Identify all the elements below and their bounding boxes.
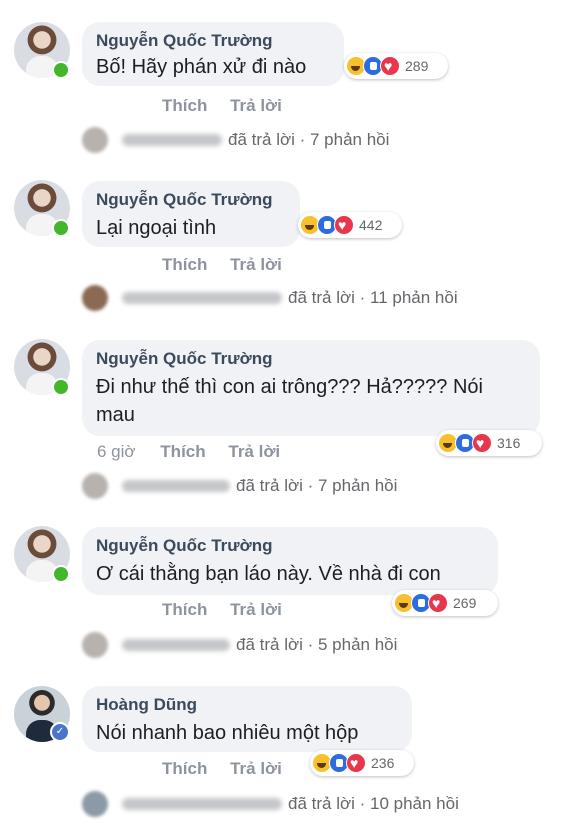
reply-avatar	[82, 473, 108, 499]
blurred-replier-name	[122, 798, 282, 810]
reply-button[interactable]: Trả lời	[230, 255, 282, 274]
reply-button[interactable]: Trả lời	[230, 96, 282, 115]
verified-icon: ✓	[50, 722, 70, 742]
love-icon	[334, 215, 354, 235]
comment-text: Đi như thế thì con ai trông??? Hả????? N…	[96, 376, 483, 426]
reply-avatar	[82, 285, 108, 311]
blurred-replier-name	[122, 639, 230, 651]
love-icon	[472, 433, 492, 453]
reaction-count: 442	[359, 217, 383, 233]
replies-text[interactable]: đã trả lời · 7 phản hồi	[236, 476, 397, 496]
reactions-summary[interactable]: 269	[392, 590, 498, 616]
blurred-replier-name	[122, 134, 222, 146]
like-button[interactable]: Thích	[162, 759, 207, 778]
comment-actions: Thích Trả lời	[162, 96, 300, 116]
replies-text[interactable]: đã trả lời · 10 phản hồi	[288, 794, 459, 814]
comment-actions: Thích Trả lời	[162, 759, 300, 779]
like-button[interactable]: Thích	[162, 255, 207, 274]
reactions-summary[interactable]: 442	[298, 212, 402, 238]
like-button[interactable]: Thích	[160, 442, 205, 461]
reactions-summary[interactable]: 289	[344, 53, 448, 79]
comment-text: Lại ngoại tình	[96, 217, 217, 239]
reply-avatar	[82, 791, 108, 817]
replies-text[interactable]: đã trả lời · 5 phản hồi	[236, 635, 397, 655]
replies-text[interactable]: đã trả lời · 7 phản hồi	[228, 130, 389, 150]
reply-avatar	[82, 632, 108, 658]
love-icon	[428, 593, 448, 613]
comment-bubble: Nguyễn Quốc Trường Đi như thế thì con ai…	[82, 340, 540, 436]
comment-bubble: Hoàng Dũng Nói nhanh bao nhiêu một hộp	[82, 686, 412, 752]
online-status-icon	[52, 565, 70, 583]
reaction-count: 269	[453, 595, 477, 611]
reactions-summary[interactable]: 236	[310, 750, 414, 776]
reply-button[interactable]: Trả lời	[230, 759, 282, 778]
love-icon	[346, 753, 366, 773]
comment-bubble: Nguyễn Quốc Trường Ơ cái thằng bạn láo n…	[82, 527, 498, 595]
replies-text[interactable]: đã trả lời · 11 phản hồi	[288, 288, 458, 308]
online-status-icon	[52, 378, 70, 396]
replies-link[interactable]: đã trả lời · 7 phản hồi	[82, 473, 397, 499]
comment-timestamp: 6 giờ	[97, 442, 136, 461]
replies-link[interactable]: đã trả lời · 5 phản hồi	[82, 632, 397, 658]
like-button[interactable]: Thích	[162, 96, 207, 115]
comment-author[interactable]: Nguyễn Quốc Trường	[96, 349, 526, 369]
comment-actions: Thích Trả lời	[162, 600, 300, 620]
comment-actions: Thích Trả lời	[162, 255, 300, 275]
online-status-icon	[52, 219, 70, 237]
comment-text: Nói nhanh bao nhiêu một hộp	[96, 722, 359, 744]
love-icon	[380, 56, 400, 76]
reply-avatar	[82, 127, 108, 153]
replies-link[interactable]: đã trả lời · 10 phản hồi	[82, 791, 459, 817]
blurred-replier-name	[122, 292, 282, 304]
reply-button[interactable]: Trả lời	[228, 442, 280, 461]
comment-text: Ơ cái thằng bạn láo này. Về nhà đi con	[96, 563, 441, 585]
replies-link[interactable]: đã trả lời · 7 phản hồi	[82, 127, 389, 153]
online-status-icon	[52, 61, 70, 79]
reaction-count: 236	[371, 755, 395, 771]
reaction-count: 289	[405, 58, 429, 74]
comment-text: Bố! Hãy phán xử đi nào	[96, 56, 307, 78]
reactions-summary[interactable]: 316	[436, 430, 542, 456]
replies-link[interactable]: đã trả lời · 11 phản hồi	[82, 285, 458, 311]
comment-author[interactable]: Hoàng Dũng	[96, 695, 398, 715]
comment-author[interactable]: Nguyễn Quốc Trường	[96, 190, 286, 210]
comment-author[interactable]: Nguyễn Quốc Trường	[96, 31, 330, 51]
comment-bubble: Nguyễn Quốc Trường Lại ngoại tình	[82, 181, 300, 247]
like-button[interactable]: Thích	[162, 600, 207, 619]
blurred-replier-name	[122, 480, 230, 492]
comment-author[interactable]: Nguyễn Quốc Trường	[96, 536, 484, 556]
reaction-count: 316	[497, 435, 521, 451]
comment-actions: 6 giờ Thích Trả lời	[97, 442, 298, 462]
comment-bubble: Nguyễn Quốc Trường Bố! Hãy phán xử đi nà…	[82, 22, 344, 86]
reply-button[interactable]: Trả lời	[230, 600, 282, 619]
